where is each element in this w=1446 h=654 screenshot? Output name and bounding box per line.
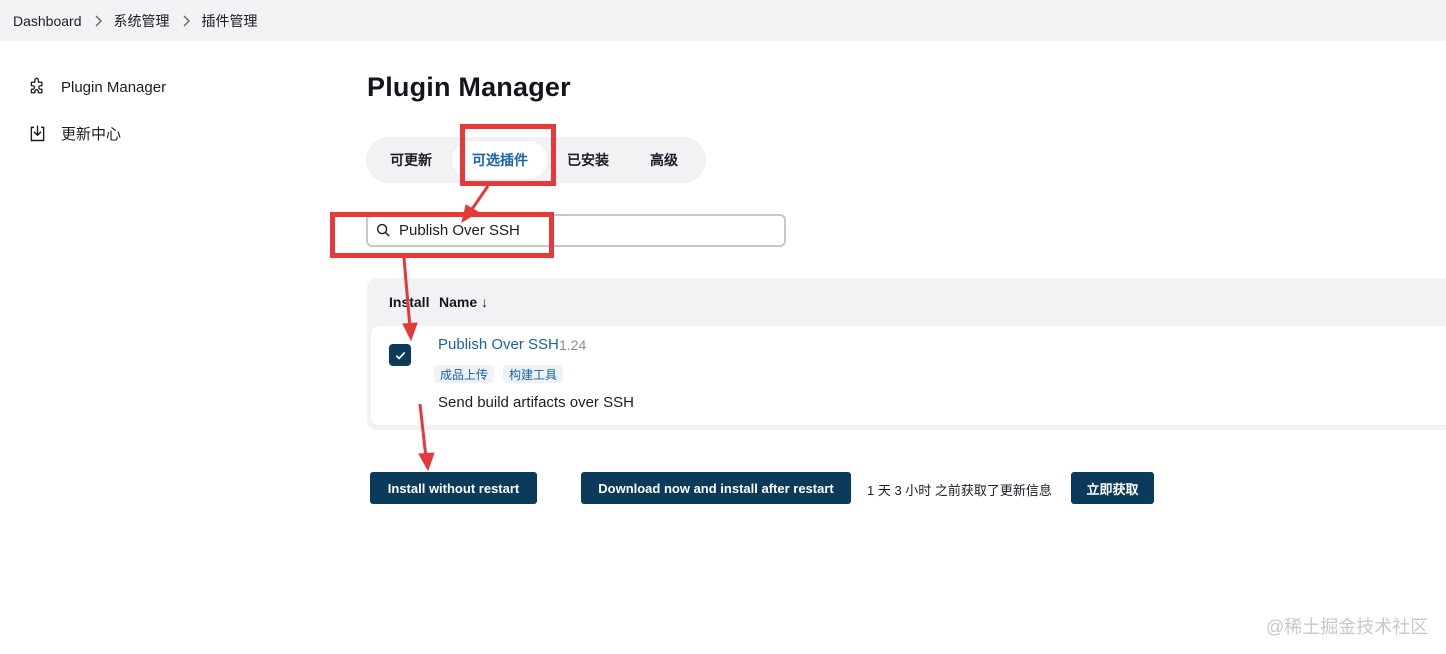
download-install-after-restart-button[interactable]: Download now and install after restart bbox=[581, 472, 851, 504]
column-header-install: Install bbox=[389, 294, 430, 310]
sidebar-item-plugin-manager[interactable]: Plugin Manager bbox=[26, 74, 326, 100]
chevron-right-icon bbox=[170, 15, 202, 27]
plugin-table: Install Name ↓ Publish Over SSH 1.24 成品上… bbox=[367, 278, 1446, 430]
checkmark-icon bbox=[395, 351, 405, 360]
plugin-tag[interactable]: 构建工具 bbox=[503, 365, 564, 383]
chevron-right-icon bbox=[82, 15, 114, 27]
sidebar-item-update-center[interactable]: 更新中心 bbox=[26, 120, 326, 146]
fetch-now-button[interactable]: 立即获取 bbox=[1071, 472, 1154, 504]
download-icon bbox=[26, 122, 48, 144]
plugin-tag[interactable]: 成品上传 bbox=[434, 365, 495, 383]
breadcrumb-dashboard[interactable]: Dashboard bbox=[13, 13, 82, 29]
breadcrumb-plugin-manage[interactable]: 插件管理 bbox=[202, 11, 258, 31]
page-title: Plugin Manager bbox=[367, 72, 571, 102]
column-header-name[interactable]: Name ↓ bbox=[439, 294, 488, 310]
annotation-box-search bbox=[330, 212, 554, 258]
plugin-name-link[interactable]: Publish Over SSH bbox=[438, 336, 559, 353]
install-without-restart-button[interactable]: Install without restart bbox=[370, 472, 537, 504]
tab-updates[interactable]: 可更新 bbox=[370, 141, 452, 179]
tab-installed[interactable]: 已安装 bbox=[548, 141, 628, 179]
table-row: Publish Over SSH 1.24 成品上传 构建工具 Send bui… bbox=[371, 326, 1446, 425]
sidebar: Plugin Manager 更新中心 bbox=[26, 74, 326, 166]
breadcrumb: Dashboard 系统管理 插件管理 bbox=[0, 0, 1446, 41]
sidebar-item-label: 更新中心 bbox=[61, 125, 122, 143]
annotation-box-tab bbox=[460, 124, 556, 186]
sidebar-item-label: Plugin Manager bbox=[61, 78, 167, 96]
update-info-text: 1 天 3 小时 之前获取了更新信息 bbox=[867, 483, 1052, 498]
breadcrumb-system-manage[interactable]: 系统管理 bbox=[114, 11, 170, 31]
plugin-manager-page: Dashboard 系统管理 插件管理 Plugin Manager 更新中心 … bbox=[0, 0, 1446, 654]
tab-advanced[interactable]: 高级 bbox=[628, 141, 700, 179]
puzzle-icon bbox=[26, 76, 48, 98]
watermark: @稀土掘金技术社区 bbox=[1266, 617, 1429, 637]
plugin-description: Send build artifacts over SSH bbox=[438, 394, 634, 411]
plugin-version: 1.24 bbox=[559, 337, 587, 353]
install-checkbox[interactable] bbox=[389, 344, 411, 366]
